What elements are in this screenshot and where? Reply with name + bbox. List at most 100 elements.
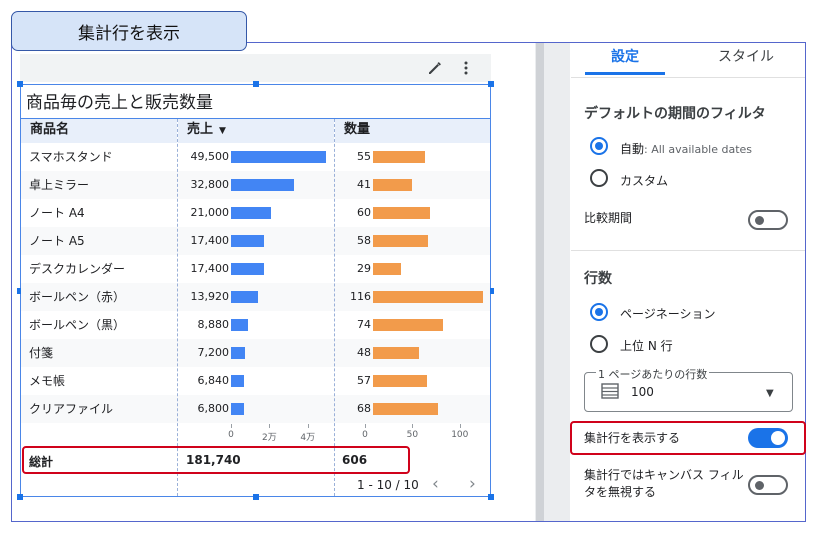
row-qty-value: 57	[357, 374, 371, 387]
resize-handle[interactable]	[253, 494, 259, 500]
pagination-label: 1 - 10 / 10	[357, 478, 419, 492]
row-sales-value: 7,200	[197, 346, 230, 359]
resize-handle[interactable]	[488, 494, 494, 500]
row-sales-value: 8,880	[197, 318, 230, 331]
row-name: スマホスタンド	[29, 150, 113, 164]
qty-bar	[373, 403, 438, 415]
row-sales-value: 32,800	[190, 178, 230, 191]
column-header-sales-label: 売上	[187, 122, 214, 137]
column-header-name[interactable]: 商品名	[21, 119, 177, 143]
toggle-knob	[755, 481, 764, 490]
column-divider	[334, 119, 335, 496]
list-icon	[601, 383, 619, 399]
resize-handle[interactable]	[253, 81, 259, 87]
compare-period-label: 比較期間	[584, 211, 633, 225]
chevron-right-icon[interactable]: ›	[469, 474, 476, 494]
sales-bar	[231, 291, 258, 303]
resize-handle[interactable]	[488, 81, 494, 87]
qty-axis-tick-mark	[365, 424, 366, 428]
sales-axis-tick: 4万	[300, 433, 316, 443]
radio-custom-date[interactable]	[590, 169, 608, 187]
row-sales-value: 6,840	[197, 374, 230, 387]
row-name: クリアファイル	[29, 402, 114, 416]
chart-title: 商品毎の売上と販売数量	[26, 93, 213, 113]
tab-setup[interactable]: 設定	[611, 46, 639, 66]
ignore-filter-toggle[interactable]	[748, 475, 788, 495]
panel-scrollbar[interactable]	[536, 43, 544, 521]
sales-bar	[231, 179, 294, 191]
radio-pagination[interactable]	[590, 303, 608, 321]
sales-bar	[231, 403, 245, 415]
summary-row-sales: 181,740	[186, 453, 241, 467]
sales-bar	[231, 235, 265, 247]
toggle-knob	[755, 216, 764, 225]
qty-bar	[373, 291, 483, 303]
ignore-filter-label-1: 集計行ではキャンバス フィル	[584, 468, 744, 482]
rows-per-page-legend: 1 ページあたりの行数	[596, 366, 710, 382]
sales-axis-tick-mark	[231, 424, 232, 428]
active-tab-indicator	[585, 72, 665, 75]
ignore-filter-label-2: タを無視する	[584, 485, 657, 499]
summary-row-label: 総計	[29, 455, 54, 469]
date-filter-title: デフォルトの期間のフィルタ	[584, 106, 766, 122]
row-sales-value: 21,000	[190, 206, 230, 219]
rows-per-page-value: 100	[631, 385, 654, 399]
resize-handle[interactable]	[17, 494, 23, 500]
qty-axis-tick: 0	[362, 430, 368, 440]
row-sales-value: 49,500	[190, 150, 230, 163]
sales-bar	[231, 347, 245, 359]
sort-desc-icon: ▼	[219, 126, 226, 136]
tab-style[interactable]: スタイル	[718, 46, 774, 66]
show-summary-label: 集計行を表示する	[584, 431, 681, 445]
row-name: 卓上ミラー	[29, 178, 90, 192]
resize-handle[interactable]	[17, 81, 23, 87]
radio-top-n-label: 上位 N 行	[620, 339, 673, 353]
chevron-left-icon[interactable]: ‹	[432, 474, 439, 494]
qty-axis-tick: 100	[451, 430, 469, 440]
row-sales-value: 6,800	[197, 402, 230, 415]
pencil-icon[interactable]	[427, 60, 443, 76]
sales-axis-tick: 0	[228, 430, 234, 440]
toggle-knob	[771, 431, 785, 445]
row-name: メモ帳	[29, 374, 66, 388]
sales-axis-tick-mark	[269, 424, 271, 428]
panel-divider	[571, 77, 805, 78]
qty-bar	[373, 179, 412, 191]
show-summary-toggle[interactable]	[748, 428, 788, 448]
row-name: ノート A5	[29, 234, 85, 248]
summary-row-qty: 606	[342, 453, 368, 467]
screenshot-root: { "annotation": {"title": "集計行を表示"}, "ch…	[0, 0, 819, 543]
row-sales-value: 13,920	[190, 290, 230, 303]
qty-bar	[373, 347, 419, 359]
radio-top-n[interactable]	[590, 335, 608, 353]
row-sales-value: 17,400	[190, 234, 230, 247]
qty-bar	[373, 207, 430, 219]
more-vert-icon[interactable]	[458, 60, 474, 76]
table-row[interactable]	[21, 339, 490, 367]
sales-bar	[231, 319, 248, 331]
auto-label: 自動	[620, 142, 645, 156]
panel-divider	[571, 250, 805, 251]
column-header-sales[interactable]: 売上 ▼	[178, 119, 334, 143]
sales-axis-tick: 2万	[262, 433, 277, 443]
row-qty-value: 58	[357, 234, 371, 247]
row-qty-value: 68	[357, 402, 371, 415]
row-name: デスクカレンダー	[29, 262, 126, 276]
radio-custom-date-label: カスタム	[620, 174, 669, 188]
column-header-qty[interactable]: 数量	[335, 119, 490, 143]
column-divider	[177, 119, 178, 496]
rows-section-title: 行数	[584, 271, 612, 287]
column-header-qty-label: 数量	[344, 122, 371, 137]
radio-auto-date[interactable]	[590, 137, 608, 155]
qty-bar	[373, 375, 428, 387]
radio-auto-date-label: 自動: All available dates	[620, 140, 752, 157]
row-name: ノート A4	[29, 206, 85, 220]
compare-period-toggle[interactable]	[748, 210, 788, 230]
qty-bar	[373, 235, 428, 247]
qty-axis-tick-mark	[459, 424, 461, 428]
row-qty-value: 55	[357, 150, 371, 163]
row-qty-value: 29	[357, 262, 371, 275]
row-qty-value: 41	[357, 178, 371, 191]
qty-axis-tick-mark	[412, 424, 414, 428]
auto-hint: : All available dates	[644, 143, 753, 156]
